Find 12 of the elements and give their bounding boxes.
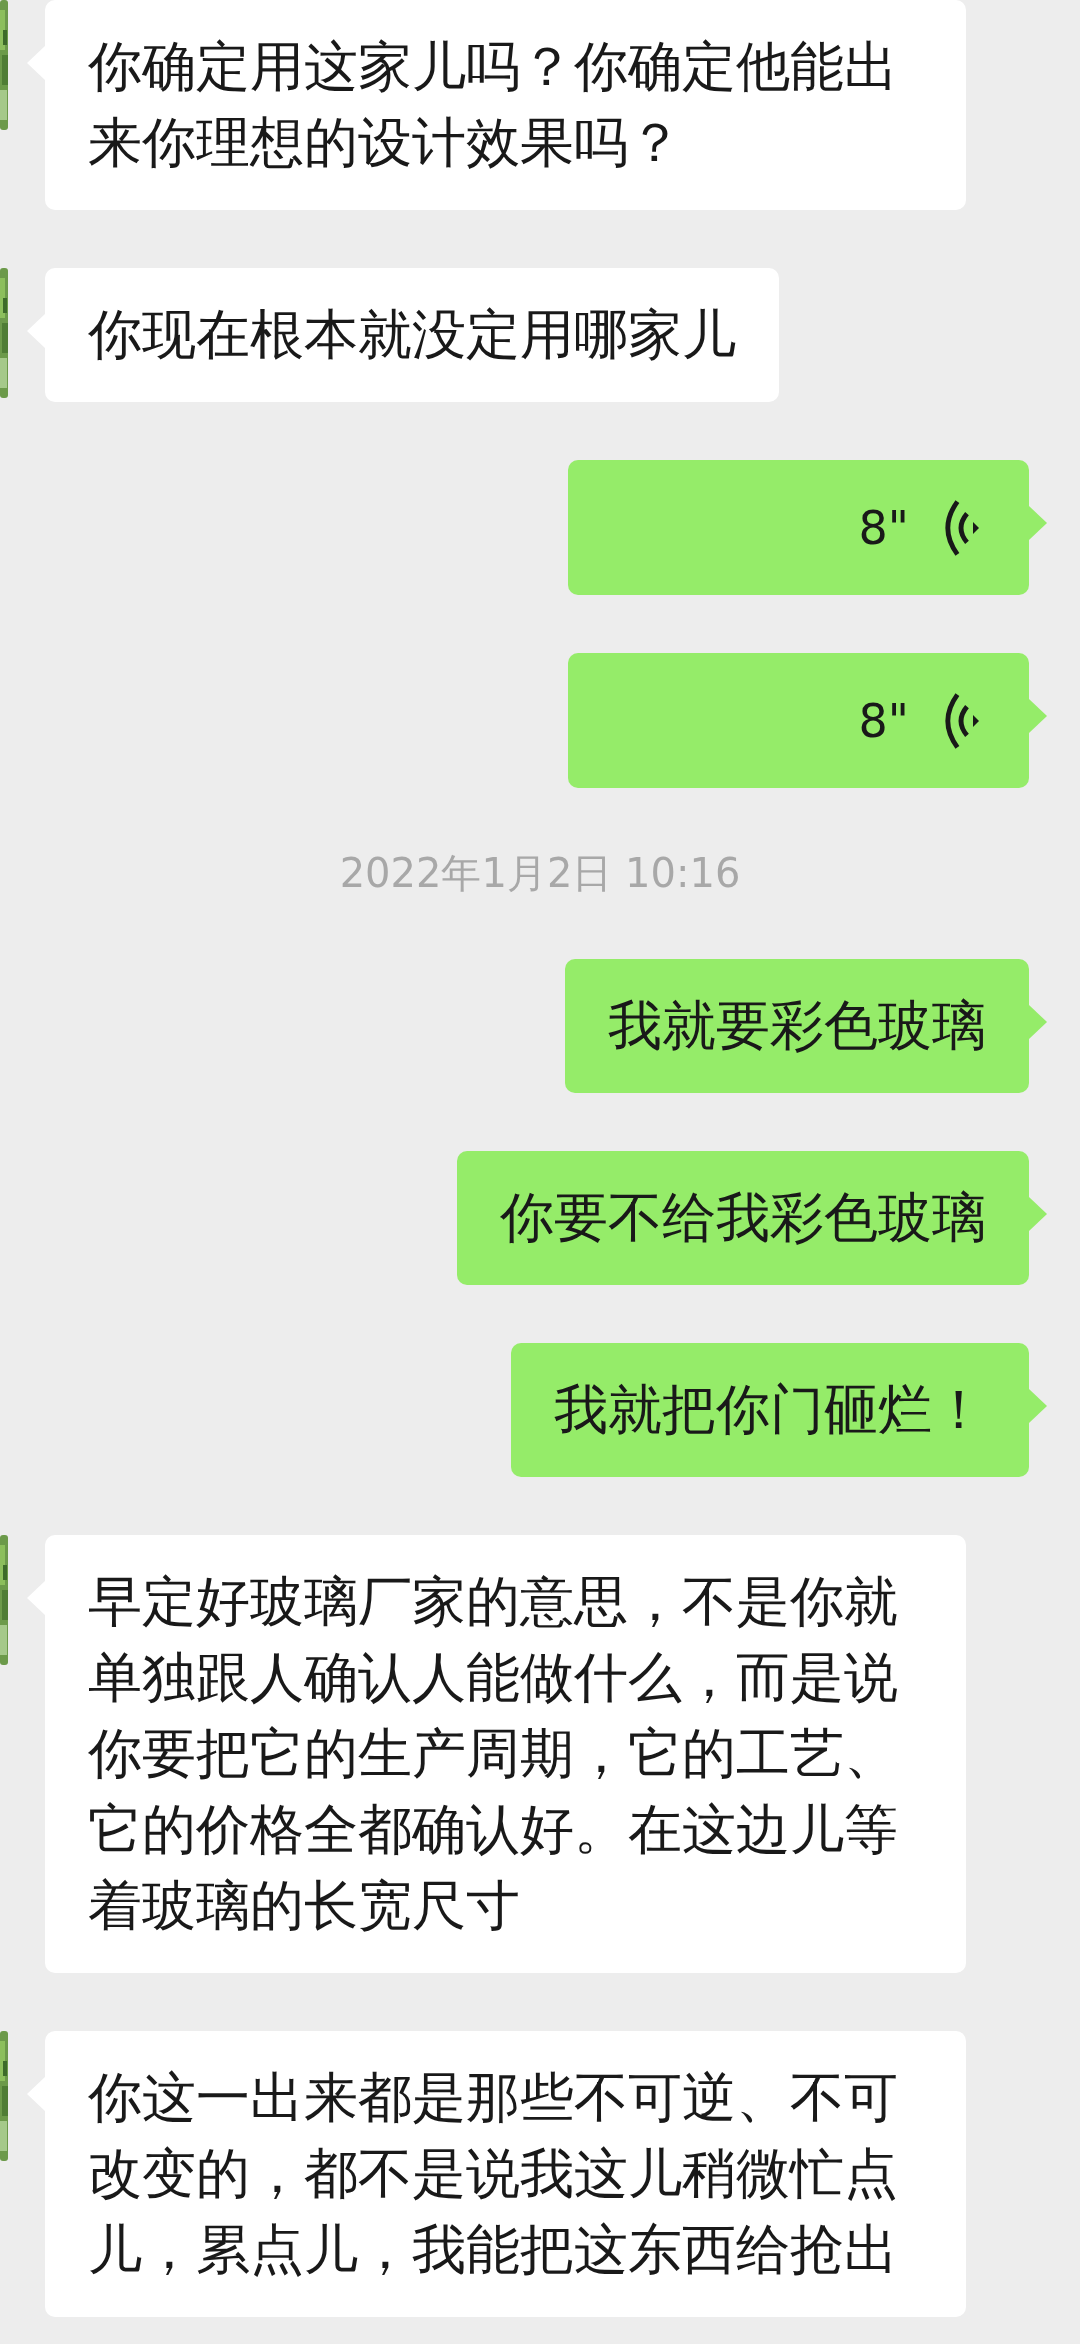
message-bubble: 你现在根本就没定用哪家儿 — [45, 268, 779, 402]
voice-icon — [943, 690, 979, 751]
timestamp: 2022年1月2日 10:16 — [339, 849, 741, 898]
message-bubble: 你确定用这家儿吗？你确定他能出来你理想的设计效果吗？ — [45, 0, 966, 210]
voice-icon — [943, 497, 979, 558]
voice-message[interactable]: 8" — [568, 460, 1029, 595]
message-bubble: 你要不给我彩色玻璃 — [457, 1151, 1029, 1285]
message-bubble: 你这一出来都是那些不可逆、不可改变的，都不是说我这儿稍微忙点儿，累点儿，我能把这东西给抢出 — [45, 2031, 966, 2317]
message-bubble: 我就要彩色玻璃 — [565, 959, 1029, 1093]
message-bubble: 早定好玻璃厂家的意思，不是你就单独跟人确认人能做什么，而是说你要把它的生产周期，它的工艺、它的价格全都确认好。在这边儿等着玻璃的长宽尺寸 — [45, 1535, 966, 1973]
voice-message[interactable]: 8" — [568, 653, 1029, 788]
message-bubble: 我就把你门砸烂！ — [511, 1343, 1029, 1477]
